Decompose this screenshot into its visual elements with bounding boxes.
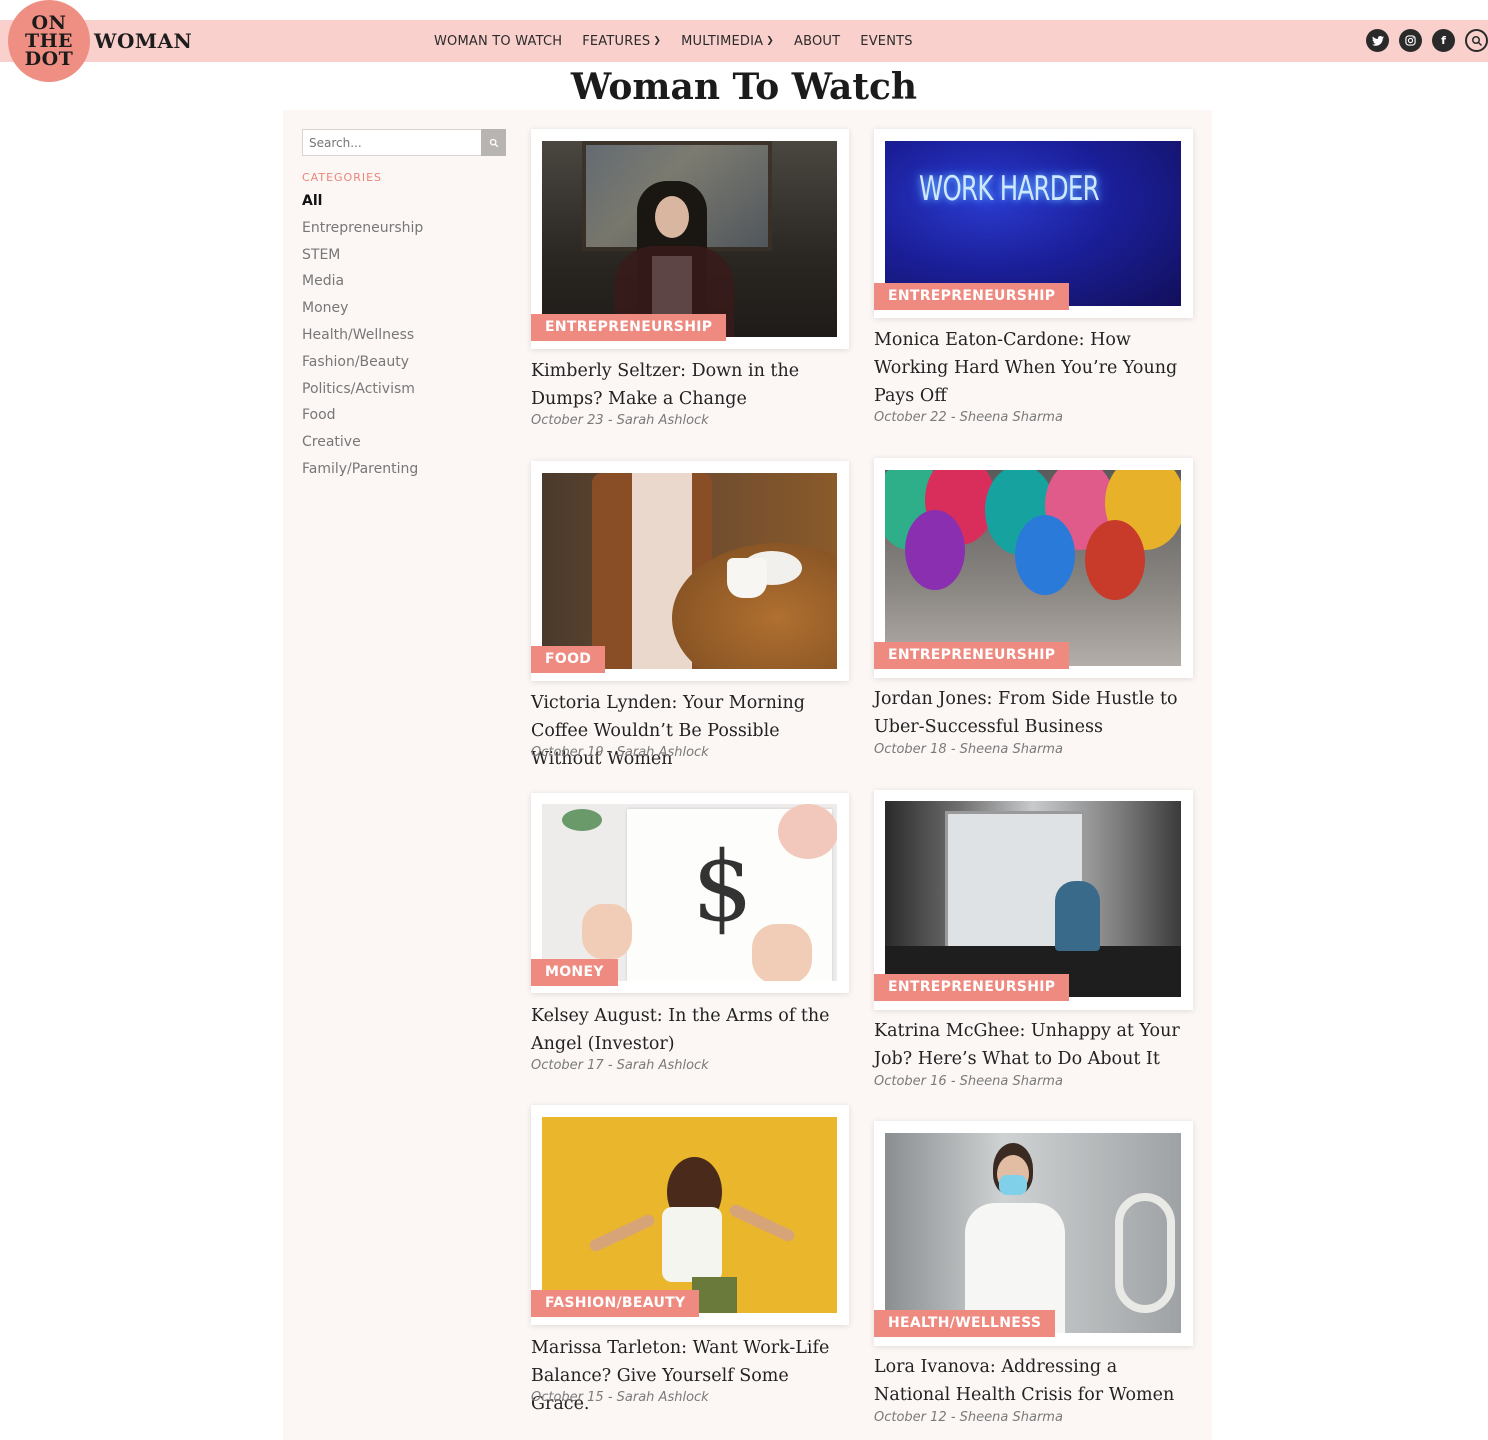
category-item-all[interactable]: All [302,190,423,217]
article-meta: October 12 - Sheena Sharma [874,1410,1063,1425]
category-tag[interactable]: FASHION/BEAUTY [531,1290,700,1317]
article-title[interactable]: Jordan Jones: From Side Hustle to Uber-S… [874,685,1194,741]
nav-item-multimedia[interactable]: MULTIMEDIA ❯ [681,34,774,49]
article-meta: October 16 - Sheena Sharma [874,1074,1063,1089]
main-nav: WOMAN TO WATCH FEATURES ❯ MULTIMEDIA ❯ ABO… [434,20,933,62]
article-meta: October 22 - Sheena Sharma [874,410,1063,425]
person-face [655,196,689,238]
nav-label: FEATURES [582,33,651,49]
category-item-family-parenting[interactable]: Family/Parenting [302,458,423,485]
category-list: All Entrepreneurship STEM Media Money He… [302,190,423,485]
category-item-money[interactable]: Money [302,297,423,324]
search-icon [489,138,498,147]
facebook-icon[interactable]: f [1432,29,1455,52]
category-item-creative[interactable]: Creative [302,431,423,458]
equipment [1115,1193,1175,1313]
category-tag[interactable]: ENTREPRENEURSHIP [874,974,1070,1001]
coffee-cup [778,804,837,859]
article-meta: October 15 - Sarah Ashlock [531,1390,709,1405]
social-links: f [1356,29,1488,52]
sidebar-search [302,129,506,156]
article-title[interactable]: Monica Eaton-Cardone: How Working Hard W… [874,326,1194,410]
nav-label: EVENTS [860,33,913,49]
balloon [1085,520,1145,600]
site-logo[interactable]: ON THE DOT [8,0,90,82]
neon-sign-text: WORK HARDER [919,169,1100,209]
category-item-politics-activism[interactable]: Politics/Activism [302,378,423,405]
nav-label: WOMAN TO WATCH [434,33,563,49]
category-item-media[interactable]: Media [302,270,423,297]
article-title[interactable]: Kimberly Seltzer: Down in the Dumps? Mak… [531,357,851,413]
category-item-fashion-beauty[interactable]: Fashion/Beauty [302,351,423,378]
article-meta: October 18 - Sheena Sharma [874,742,1063,757]
person [1055,881,1100,951]
top [662,1207,722,1282]
category-tag[interactable]: MONEY [531,959,618,986]
article-photo[interactable] [542,473,837,669]
article-title[interactable]: Marissa Tarleton: Want Work-Life Balance… [531,1334,851,1418]
nav-item-woman-to-watch[interactable]: WOMAN TO WATCH [434,34,562,49]
nav-item-about[interactable]: ABOUT [794,34,840,49]
article-title[interactable]: Lora Ivanova: Addressing a National Heal… [874,1353,1194,1409]
nav-label: ABOUT [794,33,841,49]
category-tag[interactable]: ENTREPRENEURSHIP [531,314,727,341]
article-photo[interactable] [885,470,1181,666]
dollar-sign-drawing: $ [692,831,754,943]
category-item-health-wellness[interactable]: Health/Wellness [302,324,423,351]
arm [587,1212,657,1254]
balloon [905,510,965,590]
category-item-entrepreneurship[interactable]: Entrepreneurship [302,217,423,244]
article-title[interactable]: Kelsey August: In the Arms of the Angel … [531,1002,851,1058]
article-photo[interactable] [542,1117,837,1313]
article-photo[interactable]: $ [542,804,837,981]
chevron-down-icon: ❯ [653,36,662,46]
search-input[interactable] [302,129,482,156]
face-mask [999,1175,1027,1195]
logo-wordmark[interactable]: WOMAN [94,29,192,53]
logo-line: DOT [24,48,74,70]
article-meta: October 17 - Sarah Ashlock [531,1058,709,1073]
nav-label: MULTIMEDIA [681,33,764,49]
article-photo[interactable] [542,141,837,337]
article-title[interactable]: Katrina McGhee: Unhappy at Your Job? Her… [874,1017,1194,1073]
hand [582,904,632,959]
category-item-food[interactable]: Food [302,404,423,431]
instagram-icon[interactable] [1399,29,1422,52]
article-meta: October 19 - Sarah Ashlock [531,745,709,760]
article-meta: October 23 - Sarah Ashlock [531,413,709,428]
category-tag[interactable]: ENTREPRENEURSHIP [874,283,1070,310]
twitter-icon[interactable] [1366,29,1389,52]
article-title[interactable]: Victoria Lynden: Your Morning Coffee Wou… [531,689,851,773]
hand [752,924,812,981]
leaf [562,809,602,831]
arm [727,1202,797,1244]
category-tag[interactable]: FOOD [531,646,606,673]
nav-item-events[interactable]: EVENTS [860,34,912,49]
article-photo[interactable] [885,1133,1181,1333]
coffee-cup [727,558,767,598]
categories-heading: CATEGORIES [302,171,383,184]
article-photo[interactable] [885,801,1181,997]
search-icon[interactable] [1465,29,1488,52]
search-button[interactable] [481,129,506,156]
nav-item-features[interactable]: FEATURES ❯ [582,34,661,49]
balloon [1015,515,1075,595]
category-tag[interactable]: HEALTH/WELLNESS [874,1310,1056,1337]
article-photo[interactable]: WORK HARDER [885,141,1181,306]
category-tag[interactable]: ENTREPRENEURSHIP [874,642,1070,669]
category-item-stem[interactable]: STEM [302,244,423,271]
chevron-down-icon: ❯ [766,36,774,46]
page-title: Woman To Watch [570,66,918,108]
